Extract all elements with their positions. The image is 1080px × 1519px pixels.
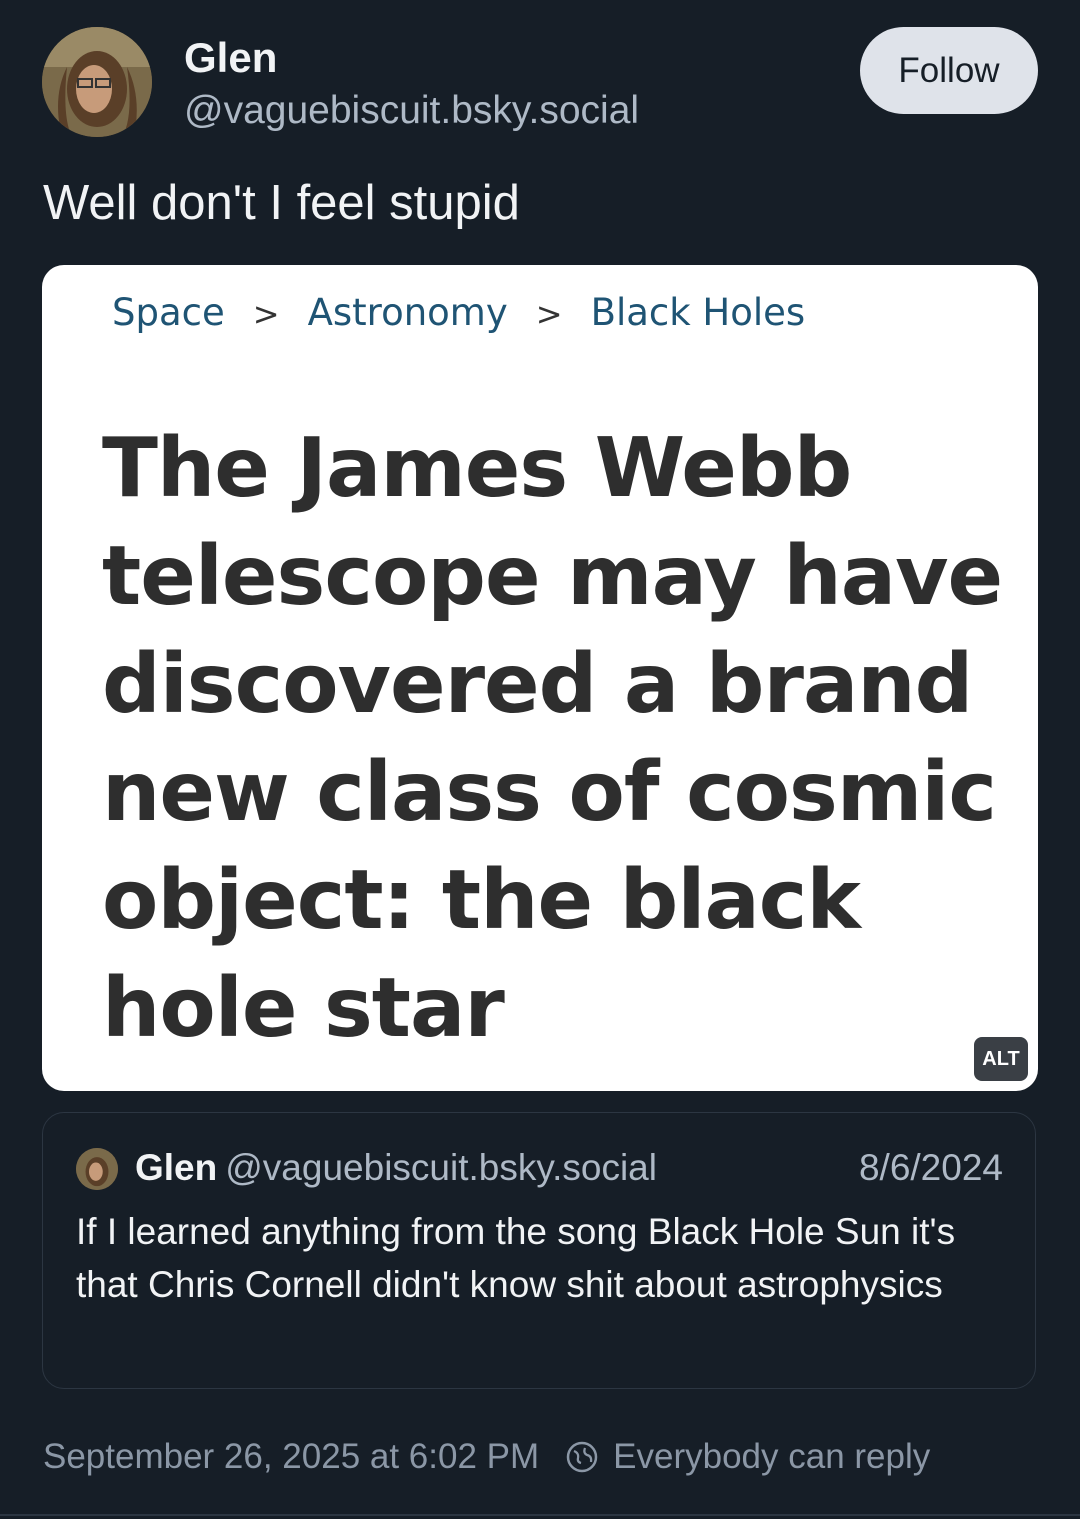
quoted-post-date: 8/6/2024 <box>858 1147 1003 1188</box>
breadcrumb-item: Black Holes <box>590 291 806 334</box>
post-timestamp: September 26, 2025 at 6:02 PM <box>43 1437 540 1476</box>
quoted-header: Glen @vaguebiscuit.bsky.social <box>135 1147 657 1189</box>
follow-button[interactable]: Follow <box>860 27 1038 114</box>
quoted-author-handle: @vaguebiscuit.bsky.social <box>225 1147 657 1188</box>
reply-setting[interactable]: Everybody can reply <box>613 1437 930 1477</box>
quoted-author-avatar <box>76 1148 118 1190</box>
quoted-author-name: Glen <box>135 1147 218 1188</box>
breadcrumb: Space > Astronomy > Black Holes <box>112 291 805 334</box>
breadcrumb-separator: > <box>535 295 563 333</box>
post-image[interactable]: Space > Astronomy > Black Holes The James We… <box>42 265 1038 1091</box>
author-name[interactable]: Glen <box>184 34 277 82</box>
article-headline: The James Webb telescope may have discov… <box>102 421 1003 1056</box>
post-footer: September 26, 2025 at 6:02 PM Everybody … <box>43 1437 930 1477</box>
alt-text-button[interactable]: ALT <box>974 1037 1028 1081</box>
quoted-post-text: If I learned anything from the song Blac… <box>76 1211 956 1305</box>
divider <box>0 1514 1080 1516</box>
breadcrumb-item: Astronomy <box>307 291 508 334</box>
globe-reply-icon <box>566 1441 598 1473</box>
author-handle[interactable]: @vaguebiscuit.bsky.social <box>184 89 639 133</box>
breadcrumb-item: Space <box>112 291 225 334</box>
author-avatar[interactable] <box>42 27 152 137</box>
breadcrumb-separator: > <box>252 295 280 333</box>
post-text: Well don't I feel stupid <box>43 176 520 230</box>
quoted-post[interactable]: Glen @vaguebiscuit.bsky.social 8/6/2024 I… <box>42 1112 1036 1389</box>
